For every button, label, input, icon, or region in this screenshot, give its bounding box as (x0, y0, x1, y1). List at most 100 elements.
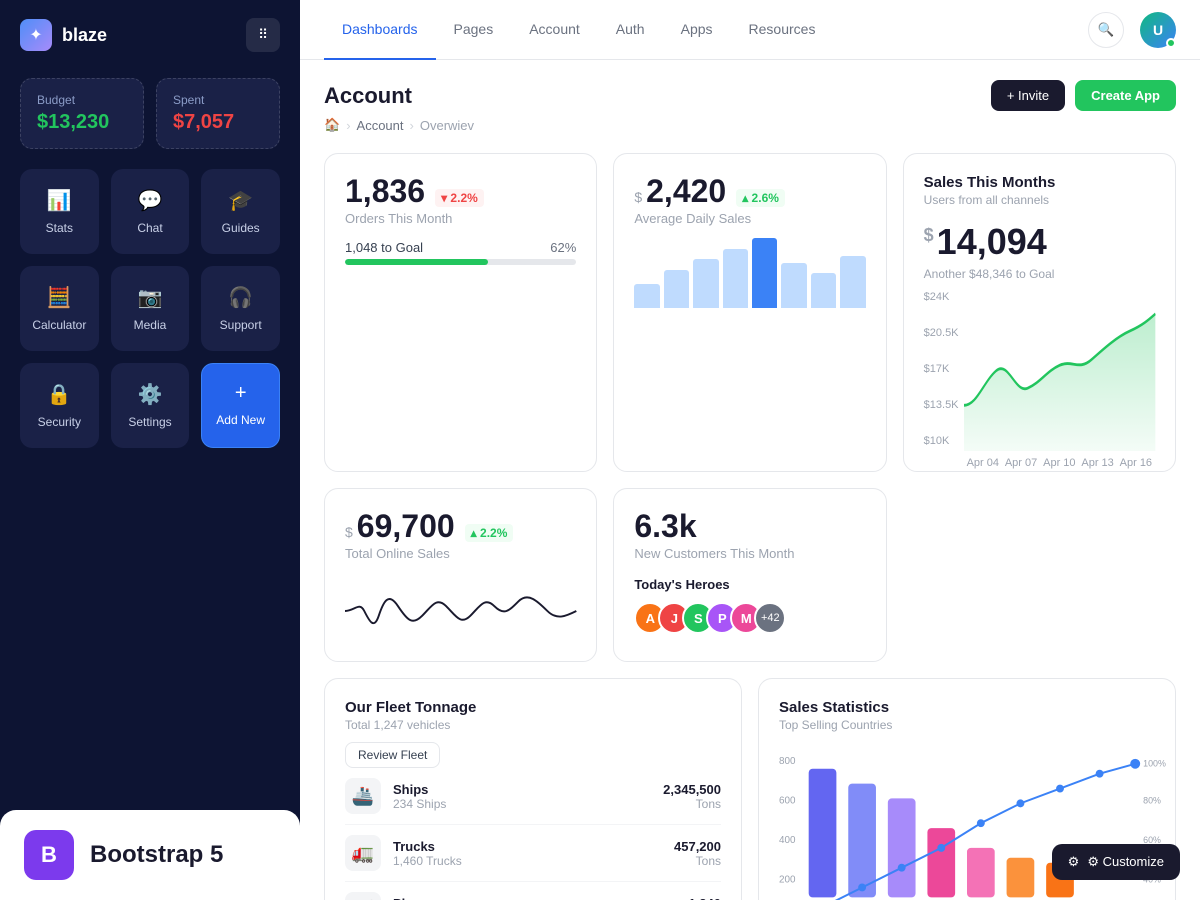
progress-fill (345, 259, 488, 265)
progress-track (345, 259, 576, 265)
user-avatar[interactable]: U (1140, 12, 1176, 48)
y-axis: $24K $20.5K $17K $13.5K $10K (924, 291, 959, 451)
row2-col3 (903, 488, 1176, 662)
online-sales-card: $ 69,700 ▴ 2.2% Total Online Sales (324, 488, 597, 662)
menu-item-guides[interactable]: 🎓 Guides (201, 169, 280, 254)
page-header: Account + Invite Create App (324, 80, 1176, 111)
ships-name: Ships (393, 782, 651, 797)
main-content: Dashboards Pages Account Auth Apps Resou… (300, 0, 1200, 900)
menu-item-settings[interactable]: ⚙️ Settings (111, 363, 190, 448)
menu-item-add-new[interactable]: + Add New (201, 363, 280, 448)
orders-value: 1,836 (345, 174, 425, 209)
ships-amount: 2,345,500 (663, 782, 721, 797)
fleet-row-trucks: 🚛 Trucks 1,460 Trucks 457,200 Tons (345, 825, 721, 882)
daily-sales-value: 2,420 (646, 174, 726, 209)
dollar-sup: $ (924, 225, 934, 245)
daily-sales-label: Average Daily Sales (634, 211, 865, 226)
page-content: Account + Invite Create App 🏠 › Account … (300, 60, 1200, 900)
svg-text:400: 400 (779, 835, 796, 846)
create-app-button[interactable]: Create App (1075, 80, 1176, 111)
settings-icon: ⚙️ (138, 382, 163, 407)
orders-badge: ▾ 2.2% (435, 189, 484, 207)
stats-icon: 📊 (47, 188, 72, 213)
nav-auth[interactable]: Auth (598, 0, 663, 60)
media-icon: 📷 (138, 285, 163, 310)
nav-right: 🔍 U (1088, 12, 1176, 48)
bar-6 (781, 263, 806, 309)
security-label: Security (38, 415, 81, 429)
fleet-subtitle: Total 1,247 vehicles (345, 718, 721, 732)
ships-count: 234 Ships (393, 797, 651, 811)
guides-icon: 🎓 (228, 188, 253, 213)
budget-value: $13,230 (37, 111, 127, 134)
dollar-prefix-2: $ (345, 524, 353, 540)
app-name: blaze (62, 25, 107, 46)
ships-info: Ships 234 Ships (393, 782, 651, 811)
sidebar-toggle-button[interactable]: ⠿ (246, 18, 280, 52)
calculator-label: Calculator (32, 318, 86, 332)
security-icon: 🔒 (47, 382, 72, 407)
menu-icon: ⠿ (258, 27, 268, 43)
media-label: Media (134, 318, 167, 332)
customers-value: 6.3k (634, 509, 696, 544)
sidebar: ✦ blaze ⠿ Budget $13,230 Spent $7,057 📊 … (0, 0, 300, 900)
sales-stats-subtitle: Top Selling Countries (779, 718, 1155, 732)
budget-label: Budget (37, 93, 127, 107)
support-label: Support (220, 318, 262, 332)
invite-button[interactable]: + Invite (991, 80, 1065, 111)
nav-resources[interactable]: Resources (731, 0, 834, 60)
menu-item-calculator[interactable]: 🧮 Calculator (20, 266, 99, 351)
svg-text:800: 800 (779, 756, 796, 767)
settings-label: Settings (128, 415, 171, 429)
svg-text:100%: 100% (1143, 759, 1166, 769)
nav-apps[interactable]: Apps (663, 0, 731, 60)
review-fleet-button[interactable]: Review Fleet (345, 742, 440, 768)
top-nav: Dashboards Pages Account Auth Apps Resou… (300, 0, 1200, 60)
nav-pages[interactable]: Pages (436, 0, 512, 60)
spent-label: Spent (173, 93, 263, 107)
spent-card: Spent $7,057 (156, 78, 280, 149)
trucks-amount: 457,200 (674, 839, 721, 854)
daily-sales-badge: ▴ 2.6% (736, 189, 785, 207)
search-button[interactable]: 🔍 (1088, 12, 1124, 48)
bar-4 (723, 249, 748, 309)
menu-item-media[interactable]: 📷 Media (111, 266, 190, 351)
sales-month-value: $14,094 (924, 221, 1155, 263)
budget-card: Budget $13,230 (20, 78, 144, 149)
ships-icon: 🚢 (345, 778, 381, 814)
menu-item-stats[interactable]: 📊 Stats (20, 169, 99, 254)
menu-item-chat[interactable]: 💬 Chat (111, 169, 190, 254)
heroes-section: Today's Heroes A J S P M +42 (634, 577, 865, 634)
sales-month-title: Sales This Months (924, 174, 1155, 191)
fleet-row-planes: ✈️ Planes 8 Aircrafts 1,240 Tons (345, 882, 721, 900)
nav-dashboards[interactable]: Dashboards (324, 0, 436, 60)
trucks-info: Trucks 1,460 Trucks (393, 839, 662, 868)
bar-5 (752, 238, 777, 308)
nav-account[interactable]: Account (511, 0, 598, 60)
planes-value: 1,240 Tons (688, 896, 721, 900)
dollar-prefix: $ (634, 189, 642, 205)
breadcrumb: 🏠 › Account › Overwiev (324, 117, 1176, 133)
menu-item-support[interactable]: 🎧 Support (201, 266, 280, 351)
trucks-name: Trucks (393, 839, 662, 854)
page-actions: + Invite Create App (991, 80, 1176, 111)
home-icon[interactable]: 🏠 (324, 117, 340, 133)
sales-stats-title: Sales Statistics (779, 699, 1155, 716)
menu-grid: 📊 Stats 💬 Chat 🎓 Guides 🧮 Calculator 📷 M… (0, 169, 300, 448)
support-icon: 🎧 (228, 285, 253, 310)
customize-button[interactable]: ⚙ ⚙ Customize (1052, 844, 1180, 880)
ships-unit: Tons (663, 797, 721, 811)
bottom-row: Our Fleet Tonnage Total 1,247 vehicles R… (324, 678, 1176, 900)
sales-month-card: Sales This Months Users from all channel… (903, 153, 1176, 472)
fleet-card: Our Fleet Tonnage Total 1,247 vehicles R… (324, 678, 742, 900)
ships-value: 2,345,500 Tons (663, 782, 721, 811)
heroes-avatars: A J S P M +42 (634, 602, 865, 634)
fleet-row-ships: 🚢 Ships 234 Ships 2,345,500 Tons (345, 768, 721, 825)
online-sales-badge: ▴ 2.2% (465, 524, 514, 542)
bootstrap-text: Bootstrap 5 (90, 841, 223, 869)
planes-info: Planes 8 Aircrafts (393, 896, 676, 900)
menu-item-security[interactable]: 🔒 Security (20, 363, 99, 448)
breadcrumb-account[interactable]: Account (357, 118, 404, 133)
stats-row1: 1,836 ▾ 2.2% Orders This Month 1,048 to … (324, 153, 1176, 472)
hero-more: +42 (754, 602, 786, 634)
